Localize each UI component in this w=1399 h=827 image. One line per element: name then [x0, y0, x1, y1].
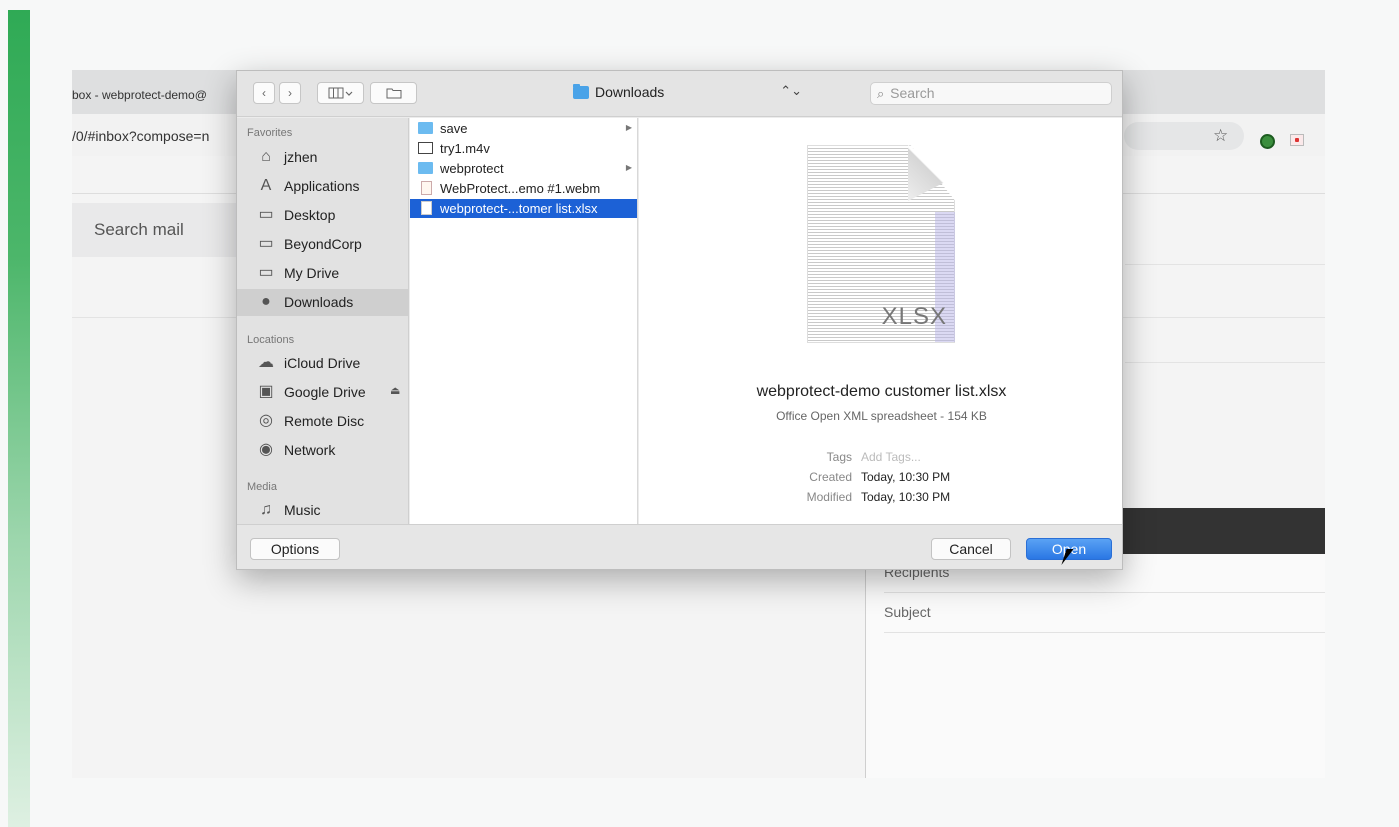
- chevron-right-icon: ▶: [625, 163, 632, 172]
- file-name: save: [440, 121, 468, 136]
- home-icon: ⌂: [261, 148, 271, 165]
- location-label: Downloads: [595, 84, 665, 100]
- sidebar-item-label: My Drive: [284, 265, 340, 281]
- sidebar-item-label: iCloud Drive: [284, 355, 361, 371]
- extension-icon[interactable]: [1260, 134, 1275, 149]
- sidebar-item-my-drive[interactable]: ▭ My Drive: [237, 260, 408, 287]
- new-folder-button[interactable]: [370, 82, 417, 104]
- webm-file-icon: [421, 181, 432, 195]
- extension-icon[interactable]: [1290, 134, 1304, 146]
- drive-icon: ▣: [258, 383, 274, 400]
- sidebar-item-label: Desktop: [284, 207, 336, 223]
- divider: [1125, 264, 1325, 265]
- media-heading: Media: [247, 481, 277, 493]
- sidebar-item-applications[interactable]: A Applications: [237, 173, 408, 200]
- columns-view-icon: [328, 87, 352, 99]
- folder-icon: [418, 162, 433, 174]
- divider: [884, 592, 1325, 593]
- view-mode-button[interactable]: [317, 82, 364, 104]
- gmail-search-placeholder: Search mail: [94, 220, 184, 239]
- back-icon: ‹: [262, 86, 266, 100]
- sidebar-item-desktop[interactable]: ▭ Desktop: [237, 202, 408, 229]
- sidebar-item-network[interactable]: ◉ Network: [237, 437, 408, 464]
- star-icon[interactable]: ☆: [1213, 126, 1228, 146]
- dialog-sidebar: Favorites ⌂ jzhen A Applications ▭ Deskt…: [237, 118, 409, 524]
- dialog-toolbar: ‹ › Downloads ⌃⌄ ⌕ Search: [237, 71, 1122, 117]
- file-row-webm[interactable]: WebProtect...emo #1.webm: [410, 179, 637, 198]
- network-icon: ◉: [259, 441, 273, 458]
- tags-input[interactable]: Add Tags...: [861, 450, 921, 464]
- document-file-icon: [421, 201, 432, 215]
- eject-icon[interactable]: ⏏: [390, 384, 400, 397]
- cancel-button[interactable]: Cancel: [931, 538, 1011, 560]
- back-button[interactable]: ‹: [253, 82, 275, 104]
- downloads-icon: ●: [261, 293, 271, 310]
- file-name: webprotect: [440, 161, 504, 176]
- sidebar-item-label: Remote Disc: [284, 413, 365, 429]
- sidebar-item-label: Music: [284, 502, 321, 518]
- folder-icon: ▭: [258, 235, 274, 252]
- forward-button[interactable]: ›: [279, 82, 301, 104]
- sidebar-item-beyondcorp[interactable]: ▭ BeyondCorp: [237, 231, 408, 258]
- browser-tab-title[interactable]: box - webprotect-demo@: [72, 88, 207, 102]
- location-popup[interactable]: Downloads ⌃⌄: [568, 82, 802, 104]
- sidebar-item-label: jzhen: [284, 149, 318, 165]
- applications-icon: A: [260, 177, 272, 194]
- file-row-try1[interactable]: try1.m4v: [410, 139, 637, 158]
- file-open-dialog: ‹ › Downloads ⌃⌄ ⌕ Search Favorites ⌂ jz…: [236, 70, 1123, 570]
- preview-kind: Office Open XML spreadsheet - 154 KB: [776, 409, 987, 423]
- video-file-icon: [418, 142, 433, 154]
- file-column: save ▶ try1.m4v webprotect ▶ WebProtect.…: [410, 118, 638, 524]
- search-icon: ⌕: [877, 86, 885, 101]
- sidebar-item-icloud-drive[interactable]: ☁ iCloud Drive: [237, 350, 408, 377]
- search-placeholder: Search: [890, 85, 935, 101]
- sidebar-item-remote-disc[interactable]: ◎ Remote Disc: [237, 408, 408, 435]
- file-name: webprotect-...tomer list.xlsx: [440, 201, 598, 216]
- file-row-webprotect-folder[interactable]: webprotect ▶: [410, 159, 637, 178]
- tags-label: Tags: [826, 450, 852, 464]
- options-button[interactable]: Options: [250, 538, 340, 560]
- new-folder-icon: [386, 88, 401, 99]
- sidebar-item-downloads[interactable]: ● Downloads: [237, 289, 408, 316]
- folder-icon: ▭: [258, 264, 274, 281]
- dialog-footer: Options Cancel Open: [237, 524, 1122, 569]
- sidebar-item-google-drive[interactable]: ▣ Google Drive ⏏: [237, 379, 408, 406]
- desktop-icon: ▭: [258, 206, 274, 223]
- sidebar-item-label: Downloads: [284, 294, 354, 310]
- chevron-right-icon: ▶: [625, 123, 632, 132]
- modified-label: Modified: [806, 490, 852, 504]
- accent-bar: [8, 10, 30, 827]
- forward-icon: ›: [288, 86, 292, 100]
- sidebar-item-music[interactable]: ♫ Music: [237, 497, 408, 524]
- disc-icon: ◎: [259, 412, 273, 429]
- sidebar-item-label: BeyondCorp: [284, 236, 362, 252]
- locations-heading: Locations: [247, 334, 295, 346]
- file-name: WebProtect...emo #1.webm: [440, 181, 601, 196]
- subject-field[interactable]: Subject: [884, 604, 931, 620]
- sidebar-item-label: Network: [284, 442, 336, 458]
- created-label: Created: [809, 470, 852, 484]
- file-name: try1.m4v: [440, 141, 490, 156]
- favorites-heading: Favorites: [247, 127, 293, 139]
- downloads-folder-icon: [573, 84, 589, 99]
- divider: [1125, 362, 1325, 363]
- cloud-icon: ☁: [258, 354, 274, 371]
- compose-panel: Recipients Subject: [865, 554, 1325, 778]
- updown-chevron-icon: ⌃⌄: [780, 83, 802, 98]
- modified-value: Today, 10:30 PM: [861, 490, 951, 504]
- sidebar-item-label: Google Drive: [284, 384, 366, 400]
- sidebar-item-label: Applications: [284, 178, 360, 194]
- preview-pane: XLSX webprotect-demo customer list.xlsx …: [639, 118, 1122, 524]
- music-icon: ♫: [260, 501, 272, 518]
- sidebar-item-jzhen[interactable]: ⌂ jzhen: [237, 144, 408, 171]
- divider: [884, 632, 1325, 633]
- search-input[interactable]: ⌕ Search: [870, 82, 1112, 105]
- file-row-xlsx[interactable]: webprotect-...tomer list.xlsx: [410, 199, 637, 218]
- preview-filename: webprotect-demo customer list.xlsx: [756, 383, 1007, 400]
- thumbnail-extension: XLSX: [881, 303, 947, 330]
- file-row-save[interactable]: save ▶: [410, 119, 637, 138]
- folder-icon: [418, 122, 433, 134]
- created-value: Today, 10:30 PM: [861, 470, 951, 484]
- address-bar-url[interactable]: /0/#inbox?compose=n: [72, 128, 209, 144]
